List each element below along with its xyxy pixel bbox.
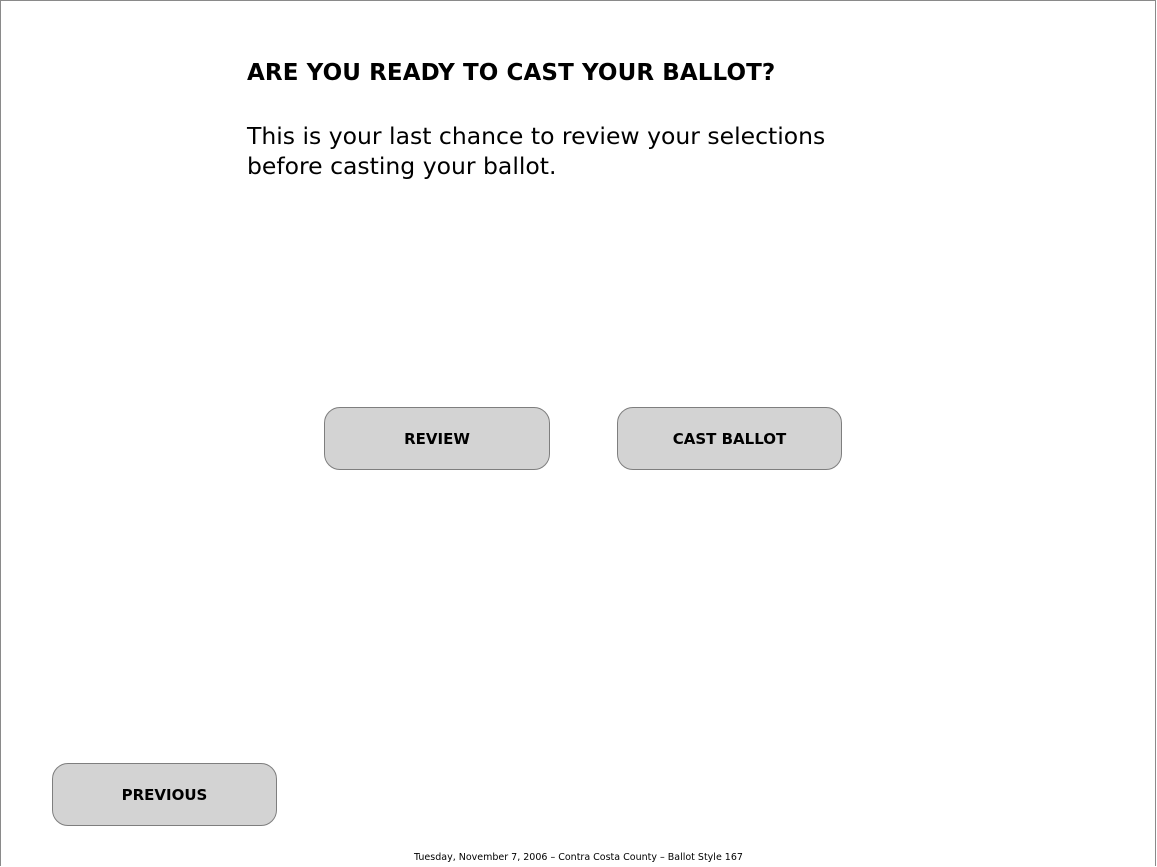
review-button-label: REVIEW [404,429,470,448]
previous-button-label: PREVIOUS [121,785,208,804]
instruction-text: This is your last chance to review your … [247,122,826,180]
cast-ballot-button[interactable]: CAST BALLOT [617,407,842,470]
review-button[interactable]: REVIEW [324,407,550,470]
ballot-footer: Tuesday, November 7, 2006 – Contra Costa… [414,852,743,863]
page-title: ARE YOU READY TO CAST YOUR BALLOT? [247,60,776,86]
cast-ballot-button-label: CAST BALLOT [672,429,787,448]
previous-button[interactable]: PREVIOUS [52,763,277,826]
